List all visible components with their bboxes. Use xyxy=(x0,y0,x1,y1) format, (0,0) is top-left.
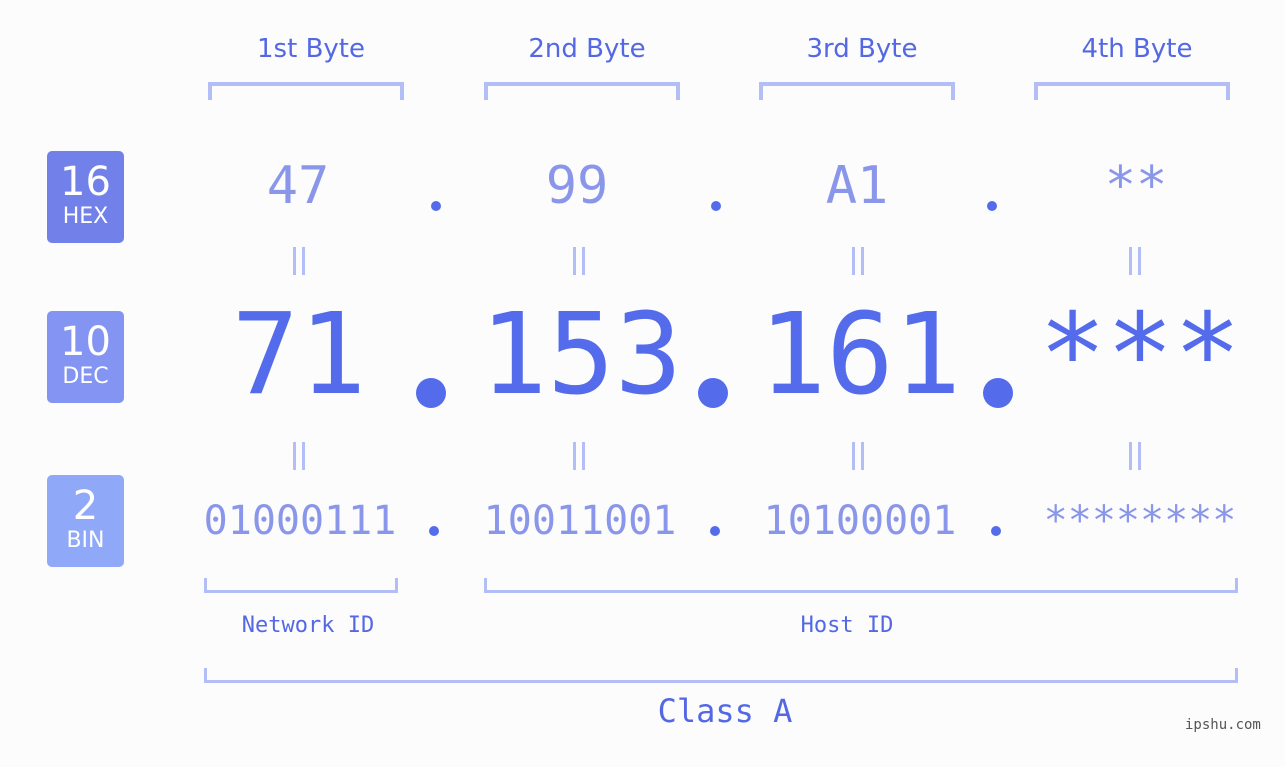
bin-separator-2 xyxy=(710,526,720,536)
dec-separator-1 xyxy=(416,378,446,408)
dec-separator-3 xyxy=(983,378,1013,408)
dec-byte-2: 153 xyxy=(479,290,683,420)
host-id-bracket xyxy=(484,578,1238,593)
bin-byte-2: 10011001 xyxy=(483,498,677,544)
hex-byte-4: ** xyxy=(1104,156,1168,216)
byte-bracket-1 xyxy=(208,82,404,100)
class-label: Class A xyxy=(657,692,793,730)
equals-icon xyxy=(293,442,305,470)
hex-badge: 16 HEX xyxy=(47,151,124,243)
bin-base-label: BIN xyxy=(66,528,105,553)
hex-separator-3 xyxy=(987,201,997,211)
equals-icon xyxy=(573,442,585,470)
watermark: ipshu.com xyxy=(1185,717,1261,733)
bin-byte-3: 10100001 xyxy=(763,498,957,544)
bin-separator-1 xyxy=(429,526,439,536)
dec-badge: 10 DEC xyxy=(47,311,124,403)
hex-byte-1: 47 xyxy=(266,156,330,216)
equals-icon xyxy=(573,247,585,275)
bin-byte-1: 01000111 xyxy=(203,498,397,544)
dec-separator-2 xyxy=(698,378,728,408)
bin-separator-3 xyxy=(991,526,1001,536)
equals-icon xyxy=(293,247,305,275)
byte-label-2: 2nd Byte xyxy=(528,34,646,64)
equals-icon xyxy=(1129,247,1141,275)
dec-byte-4: *** xyxy=(1038,290,1242,420)
dec-byte-1: 71 xyxy=(231,290,367,420)
byte-label-1: 1st Byte xyxy=(257,34,365,64)
hex-byte-3: A1 xyxy=(825,156,889,216)
bin-badge: 2 BIN xyxy=(47,475,124,567)
hex-byte-2: 99 xyxy=(545,156,609,216)
byte-bracket-4 xyxy=(1034,82,1230,100)
hex-base-label: HEX xyxy=(62,204,109,229)
host-id-label: Host ID xyxy=(800,613,894,638)
equals-icon xyxy=(1129,442,1141,470)
byte-label-3: 3rd Byte xyxy=(806,34,918,64)
equals-icon xyxy=(852,442,864,470)
dec-base-number: 10 xyxy=(60,319,111,365)
equals-icon xyxy=(852,247,864,275)
dec-byte-3: 161 xyxy=(758,290,962,420)
byte-bracket-2 xyxy=(484,82,680,100)
class-bracket xyxy=(204,668,1238,683)
bin-byte-4: ******** xyxy=(1043,498,1237,544)
network-id-label: Network ID xyxy=(241,613,375,638)
byte-label-4: 4th Byte xyxy=(1081,34,1193,64)
dec-base-label: DEC xyxy=(62,364,109,389)
hex-base-number: 16 xyxy=(60,159,111,205)
bin-base-number: 2 xyxy=(72,483,99,529)
byte-bracket-3 xyxy=(759,82,955,100)
hex-separator-2 xyxy=(711,201,721,211)
hex-separator-1 xyxy=(431,201,441,211)
network-id-bracket xyxy=(204,578,398,593)
